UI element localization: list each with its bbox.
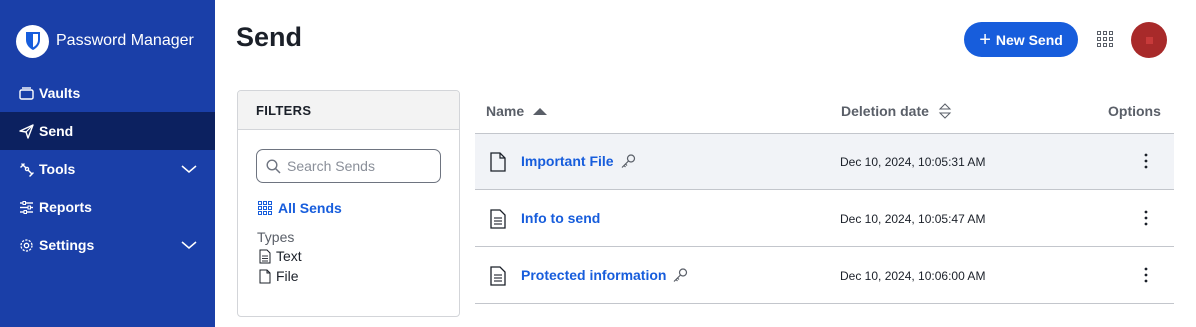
send-name-link[interactable]: Info to send: [521, 210, 600, 226]
search-input[interactable]: [287, 158, 437, 174]
filters-title: FILTERS: [238, 91, 459, 130]
table-row[interactable]: Important File Dec 10, 2024, 10:05:31 AM: [475, 134, 1174, 190]
column-options-label: Options: [1108, 103, 1161, 119]
gear-icon: [18, 237, 34, 253]
filter-type-file[interactable]: File: [259, 268, 299, 284]
brand[interactable]: Password Manager: [16, 24, 194, 58]
deletion-date: Dec 10, 2024, 10:06:00 AM: [840, 269, 986, 283]
send-icon: [18, 123, 34, 139]
sidebar-item-label: Tools: [39, 161, 76, 177]
search-icon: [266, 158, 281, 174]
sidebar-item-tools[interactable]: Tools: [0, 150, 215, 188]
sliders-icon: [18, 199, 34, 215]
brand-name: Password Manager: [56, 32, 194, 49]
page-title: Send: [236, 22, 303, 52]
file-icon: [490, 152, 506, 172]
send-name: Important File: [521, 153, 614, 169]
key-icon: [672, 268, 688, 282]
more-options-icon[interactable]: [1139, 209, 1153, 227]
type-label: Text: [276, 248, 302, 264]
column-name-label: Name: [486, 103, 525, 119]
sidebar-item-send[interactable]: Send: [0, 112, 215, 150]
avatar-initial: [1145, 36, 1153, 44]
wrench-icon: [18, 161, 34, 177]
file-icon: [259, 269, 271, 284]
plus-icon: +: [979, 28, 991, 51]
vault-icon: [18, 85, 34, 101]
sort-icon: [938, 103, 952, 119]
grid-icon[interactable]: [1097, 31, 1113, 47]
types-label: Types: [257, 229, 295, 245]
type-label: File: [276, 268, 299, 284]
all-sends-label: All Sends: [278, 200, 342, 216]
grid-icon: [258, 201, 272, 215]
sidebar-item-label: Vaults: [39, 85, 81, 101]
deletion-date: Dec 10, 2024, 10:05:47 AM: [840, 212, 986, 226]
deletion-date: Dec 10, 2024, 10:05:31 AM: [840, 155, 986, 169]
text-file-icon: [259, 249, 271, 264]
sidebar-item-label: Reports: [39, 199, 92, 215]
table-header: Name Deletion date Options: [475, 90, 1174, 134]
column-deletion-date[interactable]: Deletion date: [841, 103, 952, 119]
text-file-icon: [490, 209, 506, 229]
column-name[interactable]: Name: [486, 103, 548, 119]
sidebar-item-vaults[interactable]: Vaults: [0, 74, 215, 112]
send-name-link[interactable]: Protected information: [521, 267, 688, 283]
sidebar: Password Manager Vaults Send Tools Repor…: [0, 0, 215, 327]
new-send-label: New Send: [995, 31, 1063, 48]
key-icon: [620, 154, 636, 168]
table-row[interactable]: Info to send Dec 10, 2024, 10:05:47 AM: [475, 191, 1174, 247]
text-file-icon: [490, 266, 506, 286]
filter-type-text[interactable]: Text: [259, 248, 302, 264]
chevron-down-icon: [181, 165, 197, 173]
filters-panel: FILTERS All Sends Types Text File: [237, 90, 460, 317]
sidebar-item-reports[interactable]: Reports: [0, 188, 215, 226]
send-name-link[interactable]: Important File: [521, 153, 636, 169]
column-options: Options: [1108, 103, 1161, 119]
column-deletion-date-label: Deletion date: [841, 103, 929, 119]
avatar[interactable]: [1131, 22, 1167, 58]
sidebar-item-settings[interactable]: Settings: [0, 226, 215, 264]
filter-all-sends[interactable]: All Sends: [258, 200, 342, 216]
new-send-button[interactable]: + New Send: [964, 22, 1078, 57]
send-name: Info to send: [521, 210, 601, 226]
more-options-icon[interactable]: [1139, 266, 1153, 284]
shield-logo-icon: [16, 24, 49, 58]
sidebar-item-label: Send: [39, 123, 74, 139]
more-options-icon[interactable]: [1139, 152, 1153, 170]
sidebar-item-label: Settings: [39, 237, 95, 253]
send-name: Protected information: [521, 267, 667, 283]
chevron-down-icon: [181, 241, 197, 249]
table-row[interactable]: Protected information Dec 10, 2024, 10:0…: [475, 248, 1174, 304]
sort-ascending-icon: [533, 108, 548, 115]
search-field[interactable]: [256, 149, 441, 183]
